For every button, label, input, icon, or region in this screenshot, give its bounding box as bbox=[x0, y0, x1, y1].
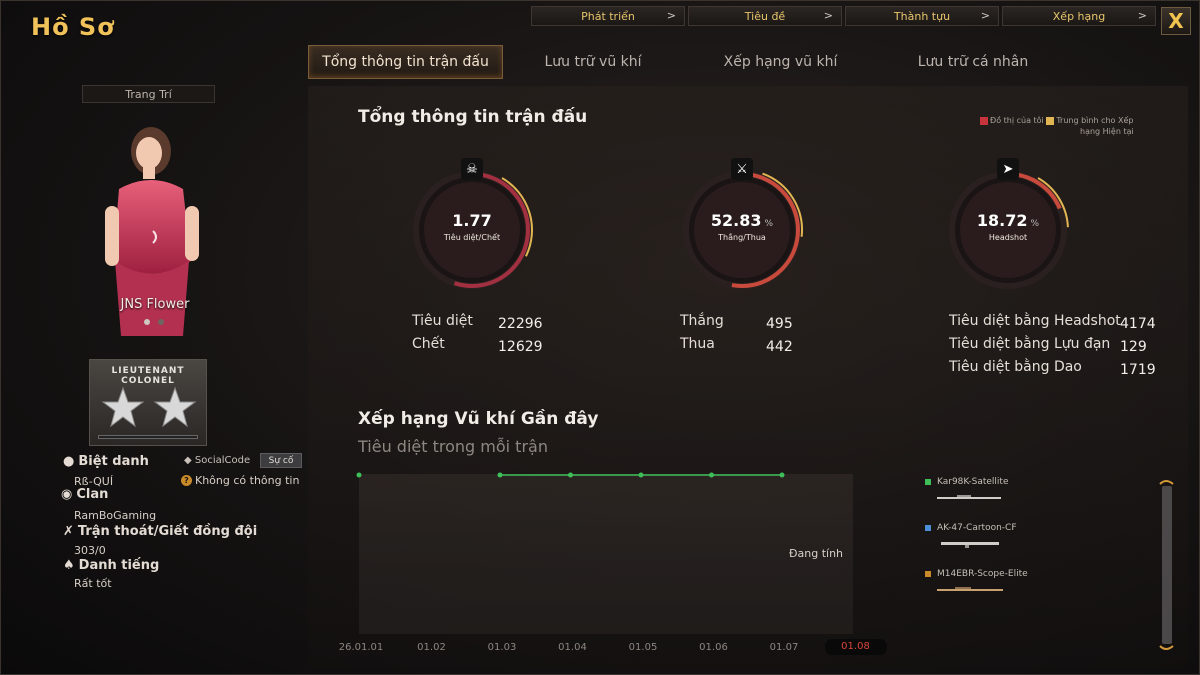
x-tick-label: 01.06 bbox=[699, 642, 728, 653]
weapon-name: M14EBR-Scope-Elite bbox=[937, 569, 1028, 579]
profile-window: Hồ Sơ Phát triển > Tiêu đề > Thành tựu > Xế… bbox=[0, 0, 1200, 675]
calculating-label: Đang tính bbox=[789, 547, 844, 560]
scrollbar-caps bbox=[1159, 480, 1174, 650]
x-tick-label: 26.01.01 bbox=[338, 642, 384, 653]
legend-swatch bbox=[925, 571, 931, 577]
legend-swatch bbox=[925, 525, 931, 531]
x-tick-label: 01.04 bbox=[558, 642, 587, 653]
data-point bbox=[356, 472, 362, 478]
x-tick-label: 01.02 bbox=[417, 642, 446, 653]
x-tick-label[interactable]: 01.08 bbox=[824, 639, 887, 655]
kar98k-icon bbox=[937, 495, 1001, 499]
x-tick-label: 01.07 bbox=[769, 642, 799, 653]
legend-weapon-3: M14EBR-Scope-Elite bbox=[925, 569, 1028, 579]
m14ebr-icon bbox=[937, 587, 1003, 591]
weapon-name: Kar98K-Satellite bbox=[937, 477, 1009, 487]
data-point bbox=[779, 472, 785, 478]
legend-weapon-2: AK-47-Cartoon-CF bbox=[925, 523, 1017, 533]
x-tick-label: 01.03 bbox=[487, 642, 517, 653]
weapon-name: AK-47-Cartoon-CF bbox=[937, 523, 1017, 533]
legend-weapon-1: Kar98K-Satellite bbox=[925, 477, 1008, 487]
x-tick-label: 01.05 bbox=[628, 642, 658, 653]
legend-swatch bbox=[925, 479, 931, 485]
ak47-icon bbox=[941, 542, 999, 548]
